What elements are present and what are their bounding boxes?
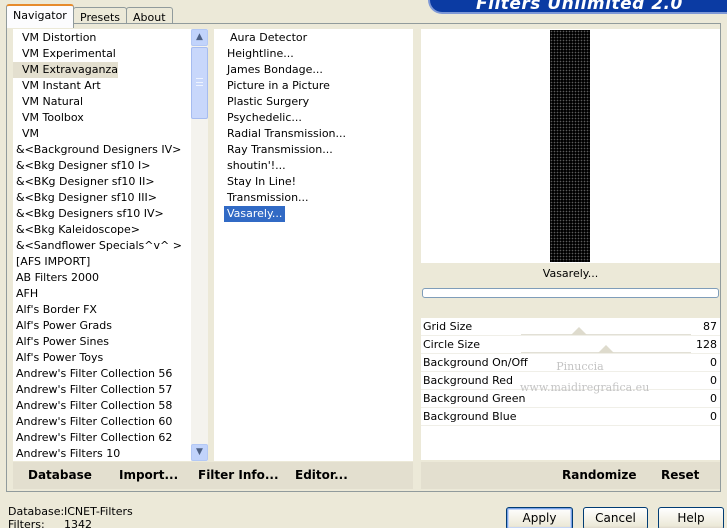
preview-filter-name: Vasarely... <box>542 267 599 280</box>
param-row[interactable]: Circle Size 128 <box>421 336 720 354</box>
app-banner: Filters Unlimited 2.0 <box>428 0 727 14</box>
category-item[interactable]: Andrew's Filters 10 <box>13 446 120 461</box>
category-item[interactable]: &<Bkg Designers sf10 IV> <box>13 206 164 222</box>
category-item[interactable]: Alf's Border FX <box>13 302 97 318</box>
category-item[interactable]: &<Background Designers IV> <box>13 142 181 158</box>
param-value: 0 <box>710 392 717 405</box>
category-item[interactable]: &<Bkg Designer sf10 I> <box>13 158 151 174</box>
filter-item[interactable]: Ray Transmission... <box>224 142 336 158</box>
preview-image <box>550 30 590 262</box>
param-toolbar: Randomize Reset <box>421 462 720 489</box>
category-item[interactable]: &<Bkg Designer sf10 III> <box>13 190 157 206</box>
filters-label: Filters: <box>8 518 45 528</box>
param-name: Grid Size <box>423 320 473 333</box>
category-item[interactable]: VM Natural <box>13 94 83 110</box>
param-name: Circle Size <box>423 338 480 351</box>
filter-item[interactable]: Radial Transmission... <box>224 126 349 142</box>
filter-list[interactable]: Aura Detector Heightline... James Bondage.… <box>214 29 413 461</box>
list-toolbar: Database Import... Filter Info... Editor… <box>13 462 413 489</box>
category-item[interactable]: VM Toolbox <box>13 110 84 126</box>
filter-item[interactable]: Picture in a Picture <box>224 78 333 94</box>
param-value: 128 <box>696 338 717 351</box>
category-item[interactable]: Alf's Power Toys <box>13 350 103 366</box>
filter-item[interactable]: Psychedelic... <box>224 110 305 126</box>
param-value: 0 <box>710 410 717 423</box>
param-row[interactable]: Grid Size 87 <box>421 318 720 336</box>
category-scrollbar[interactable]: ▲ ▼ <box>191 29 208 461</box>
filter-item[interactable]: Vasarely... <box>224 206 286 222</box>
param-row[interactable]: Background Blue 0 <box>421 408 720 426</box>
category-item[interactable]: [AFS IMPORT] <box>13 254 90 270</box>
database-button[interactable]: Database <box>28 468 92 482</box>
param-name: Background On/Off <box>423 356 528 369</box>
category-item[interactable]: Alf's Power Sines <box>13 334 109 350</box>
filter-item[interactable]: Heightline... <box>224 46 297 62</box>
cancel-button[interactable]: Cancel <box>583 507 648 528</box>
apply-button[interactable]: Apply <box>506 507 573 528</box>
param-name: Background Blue <box>423 410 517 423</box>
category-item[interactable]: VM Experimental <box>13 46 116 62</box>
param-slider-thumb[interactable] <box>570 327 587 335</box>
filter-item[interactable]: James Bondage... <box>224 62 326 78</box>
database-label: Database: <box>8 505 65 518</box>
param-value: 87 <box>703 320 717 333</box>
editor-button[interactable]: Editor... <box>295 468 348 482</box>
scroll-thumb[interactable] <box>191 47 208 119</box>
database-value: ICNET-Filters <box>64 505 133 518</box>
filter-item[interactable]: Stay In Line! <box>224 174 299 190</box>
import-button[interactable]: Import... <box>119 468 178 482</box>
help-button[interactable]: Help <box>658 507 724 528</box>
category-item[interactable]: Andrew's Filter Collection 57 <box>13 382 172 398</box>
param-row[interactable]: Background Green 0 <box>421 390 720 408</box>
filters-count: 1342 <box>64 518 92 528</box>
param-slider-thumb[interactable] <box>598 345 614 353</box>
param-row[interactable]: Background Red 0 <box>421 372 720 390</box>
category-item[interactable]: AFH <box>13 286 38 302</box>
category-item[interactable]: Andrew's Filter Collection 56 <box>13 366 172 382</box>
progress-bar <box>422 288 719 298</box>
category-item[interactable]: AB Filters 2000 <box>13 270 99 286</box>
tab-navigator[interactable]: Navigator <box>6 4 74 28</box>
category-item[interactable]: Alf's Power Grads <box>13 318 112 334</box>
category-item[interactable]: &<Bkg Kaleidoscope> <box>13 222 140 238</box>
scroll-up-button[interactable]: ▲ <box>191 29 208 46</box>
category-item[interactable]: Andrew's Filter Collection 58 <box>13 398 172 414</box>
grip-icon <box>196 78 203 86</box>
category-item[interactable]: VM Extravaganza <box>13 62 119 78</box>
filter-info-button[interactable]: Filter Info... <box>198 468 279 482</box>
category-item[interactable]: Andrew's Filter Collection 62 <box>13 430 172 446</box>
param-value: 0 <box>710 374 717 387</box>
category-item[interactable]: VM Distortion <box>13 30 96 46</box>
parameter-list: Grid Size 87 Circle Size 128 Background On/O… <box>421 318 720 460</box>
param-value: 0 <box>710 356 717 369</box>
reset-button[interactable]: Reset <box>661 468 699 482</box>
category-item[interactable]: &<Sandflower Specials^v^ > <box>13 238 182 254</box>
filter-item[interactable]: Aura Detector <box>227 30 310 46</box>
param-name: Background Green <box>423 392 526 405</box>
app-title: Filters Unlimited 2.0 <box>476 0 683 14</box>
param-name: Background Red <box>423 374 514 387</box>
category-item[interactable]: &<BKg Designer sf10 II> <box>13 174 155 190</box>
scroll-down-button[interactable]: ▼ <box>191 444 208 461</box>
category-item[interactable]: VM <box>13 126 39 142</box>
filter-item[interactable]: Transmission... <box>224 190 312 206</box>
param-row[interactable]: Background On/Off 0 <box>421 354 720 372</box>
filter-item[interactable]: shoutin'!... <box>224 158 289 174</box>
category-item[interactable]: Andrew's Filter Collection 60 <box>13 414 172 430</box>
category-item[interactable]: VM Instant Art <box>13 78 101 94</box>
param-slider-track[interactable] <box>521 334 691 335</box>
category-list[interactable]: VM Distortion VM Experimental VM Extravaga… <box>13 29 191 461</box>
filter-item[interactable]: Plastic Surgery <box>224 94 312 110</box>
randomize-button[interactable]: Randomize <box>562 468 636 482</box>
